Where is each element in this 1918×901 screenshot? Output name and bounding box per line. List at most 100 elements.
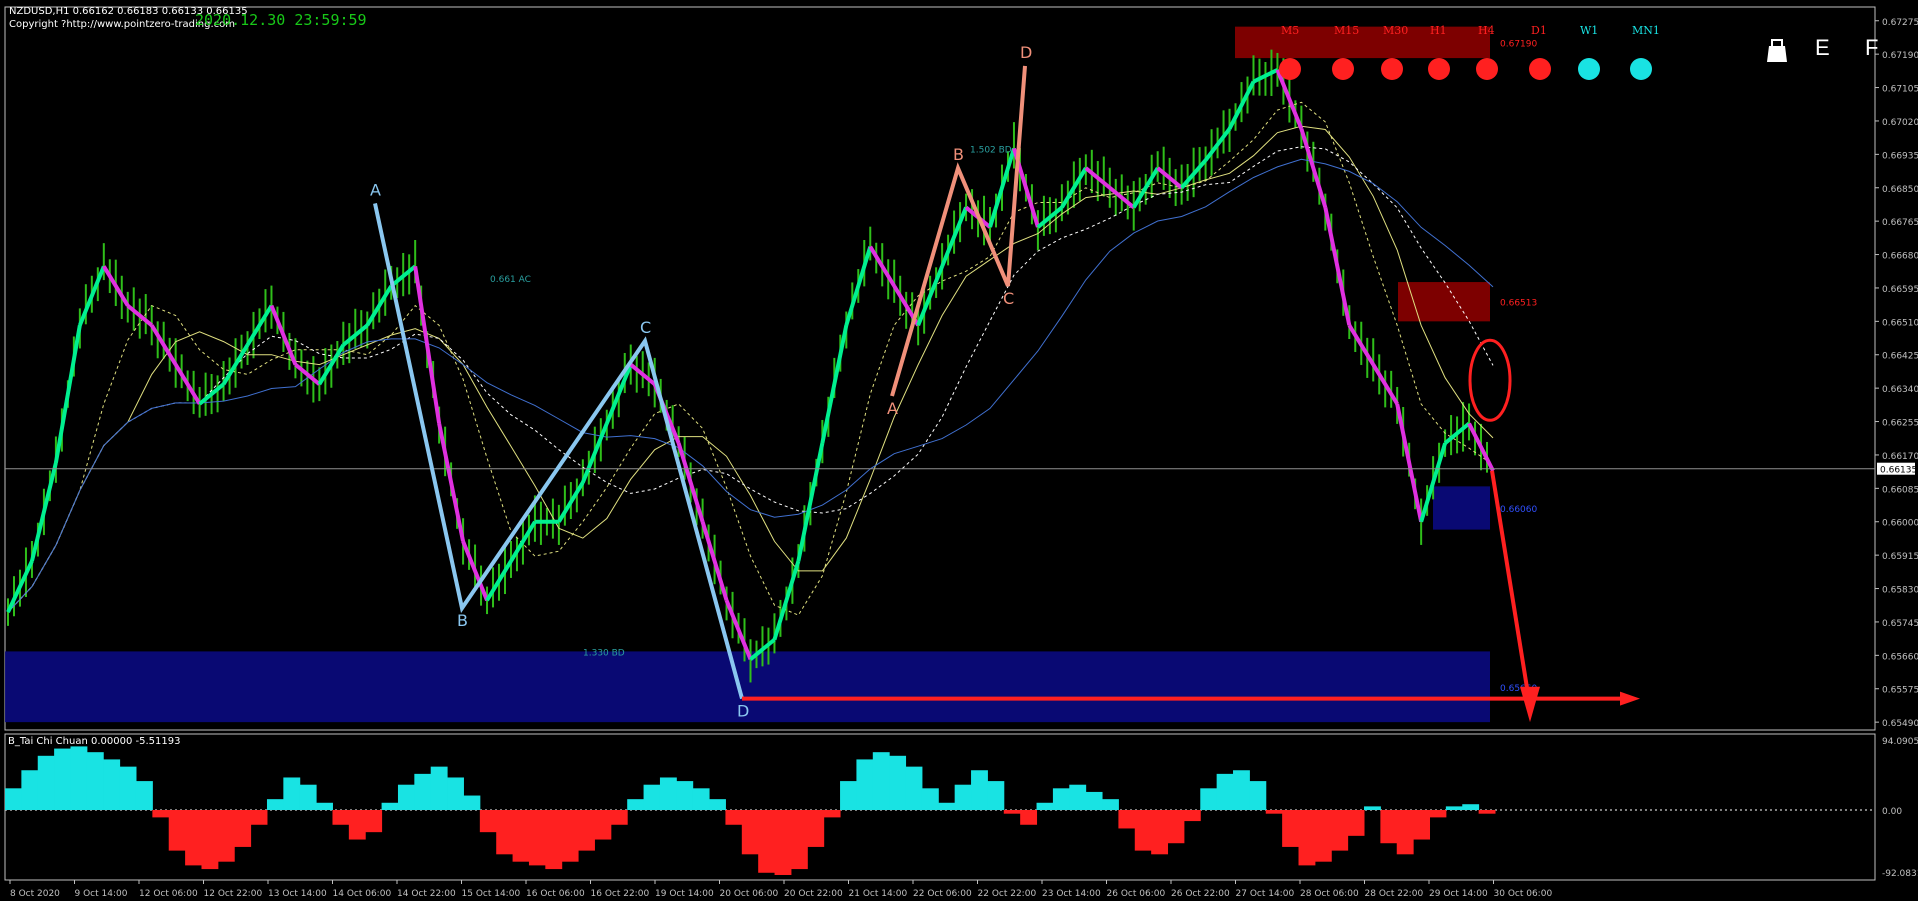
oscillator-bar xyxy=(1249,781,1267,810)
trend-line-segment xyxy=(1323,206,1352,326)
oscillator-bar xyxy=(840,781,857,810)
oscillator-bar xyxy=(545,810,563,870)
oscillator-bar xyxy=(790,810,808,870)
oscillator-bar xyxy=(1118,810,1136,829)
y-tick-label: 0.66510 xyxy=(1882,318,1918,328)
oscillator-bar xyxy=(1462,804,1480,810)
oscillator-bar xyxy=(365,810,383,833)
oscillator-bar xyxy=(1036,802,1054,810)
oscillator-bar xyxy=(70,746,88,810)
oscillator-bar xyxy=(86,752,104,810)
y-tick-label: 0.65660 xyxy=(1882,652,1918,662)
oscillator-bar xyxy=(905,766,923,810)
oscillator-bar xyxy=(889,755,907,810)
trend-line-segment xyxy=(988,147,1016,228)
oscillator-bar xyxy=(692,788,710,810)
x-tick-label: 19 Oct 14:00 xyxy=(655,889,714,899)
y-tick-label: 0.67105 xyxy=(1882,85,1918,95)
oscillator-bar xyxy=(1183,810,1201,822)
y-tick-label: 0.65830 xyxy=(1882,586,1918,596)
highlight-circle xyxy=(1468,338,1512,422)
x-tick-label: 22 Oct 22:00 xyxy=(978,889,1037,899)
timeframe-label-m15: M15 xyxy=(1334,24,1360,37)
ratio-label: 1.330 BD xyxy=(583,648,625,658)
pattern-point-label: C xyxy=(640,318,651,337)
chart-canvas: 0.65660 0.66060 0.66513 0.67190 0.67275 0.671… xyxy=(4,6,1918,899)
timeframe-signal-dot xyxy=(1476,58,1498,80)
trend-line-segment xyxy=(78,265,106,327)
x-tick-label: 13 Oct 14:00 xyxy=(268,889,327,899)
oscillator-bar xyxy=(54,748,71,810)
oscillator-bar xyxy=(594,810,612,840)
forecast-arrow-head xyxy=(1520,686,1540,723)
oscillator-bar xyxy=(1347,810,1365,836)
oscillator-bar xyxy=(823,810,841,818)
oscillator-bar xyxy=(168,810,186,851)
x-tick-label: 26 Oct 22:00 xyxy=(1171,889,1230,899)
oscillator-bar xyxy=(741,810,759,855)
oscillator-bar xyxy=(1151,810,1169,855)
y-tick-label: 0.66425 xyxy=(1882,352,1918,362)
oscillator-bar xyxy=(479,810,497,833)
y-tick-label: 0.66850 xyxy=(1882,185,1918,195)
oscillator-bar xyxy=(1134,810,1152,851)
oscillator-bar xyxy=(1085,791,1103,810)
oscillator-bar xyxy=(676,781,694,810)
oscillator-bar xyxy=(234,810,252,847)
oscillator-bar xyxy=(1265,810,1283,814)
x-tick-label: 23 Oct 14:00 xyxy=(1042,889,1101,899)
oscillator-bar xyxy=(332,810,350,825)
oscillator-bar xyxy=(1200,788,1218,810)
x-tick-label: 28 Oct 06:00 xyxy=(1300,889,1359,899)
indicator-scale-zero: 0.00 xyxy=(1882,807,1902,817)
y-tick-label: 0.66595 xyxy=(1882,285,1918,295)
oscillator-bar xyxy=(512,810,530,862)
x-tick-label: 8 Oct 2020 xyxy=(10,889,60,899)
zone-price-label: 0.66060 xyxy=(1500,505,1537,515)
y-tick-label: 0.67275 xyxy=(1882,18,1918,28)
oscillator-bar xyxy=(1429,810,1447,818)
toolbar-button-f[interactable]: F xyxy=(1865,35,1878,61)
trend-line-segment xyxy=(1299,128,1328,208)
timeframe-signal-dot xyxy=(1332,58,1354,80)
toolbar-icon[interactable] xyxy=(1765,38,1789,70)
oscillator-bar xyxy=(201,810,219,870)
oscillator-bar xyxy=(758,810,776,873)
ratio-label: 1.502 BD xyxy=(970,145,1012,155)
oscillator-bar xyxy=(610,810,628,825)
main-panel-frame xyxy=(4,6,1876,731)
oscillator-bar xyxy=(1233,770,1250,810)
oscillator-bar xyxy=(1331,810,1349,851)
oscillator-bar xyxy=(807,810,825,847)
oscillator-bar xyxy=(299,784,317,810)
timeframe-signal-dot xyxy=(1630,58,1652,80)
oscillator-bar xyxy=(1380,810,1398,844)
y-tick-label: 0.66765 xyxy=(1882,218,1918,228)
oscillator-bar xyxy=(1396,810,1414,855)
timeframe-label-mn1: MN1 xyxy=(1632,24,1660,37)
indicator-scale-top: 94.09051 xyxy=(1882,737,1918,747)
y-tick-label: 0.66170 xyxy=(1882,452,1918,462)
indicator-scale-bottom: -92.08317 xyxy=(1882,869,1918,879)
indicator-label: B_Tai Chi Chuan 0.00000 -5.51193 xyxy=(8,736,181,747)
timeframe-signal-dot xyxy=(1578,58,1600,80)
oscillator-bar xyxy=(1314,810,1332,862)
oscillator-bar xyxy=(1069,784,1087,810)
y-tick-label: 0.66000 xyxy=(1882,519,1918,529)
oscillator-bar xyxy=(381,802,399,810)
y-tick-label: 0.67190 xyxy=(1882,51,1918,61)
x-tick-label: 16 Oct 22:00 xyxy=(591,889,650,899)
timeframe-signal-dot xyxy=(1381,58,1403,80)
zone-price-label: 0.67190 xyxy=(1500,39,1537,49)
oscillator-bar xyxy=(21,770,39,810)
toolbar-button-e[interactable]: E xyxy=(1815,35,1830,61)
server-clock: 2020.12.30 23:59:59 xyxy=(195,11,367,29)
oscillator-bar xyxy=(316,802,333,810)
trend-line-segment xyxy=(844,246,873,326)
oscillator-bar xyxy=(1364,806,1381,810)
moving-average xyxy=(7,158,1494,613)
oscillator-bar xyxy=(872,752,890,810)
oscillator-bar xyxy=(1167,810,1185,844)
oscillator-bar xyxy=(1020,810,1038,825)
oscillator-bar xyxy=(217,810,235,862)
